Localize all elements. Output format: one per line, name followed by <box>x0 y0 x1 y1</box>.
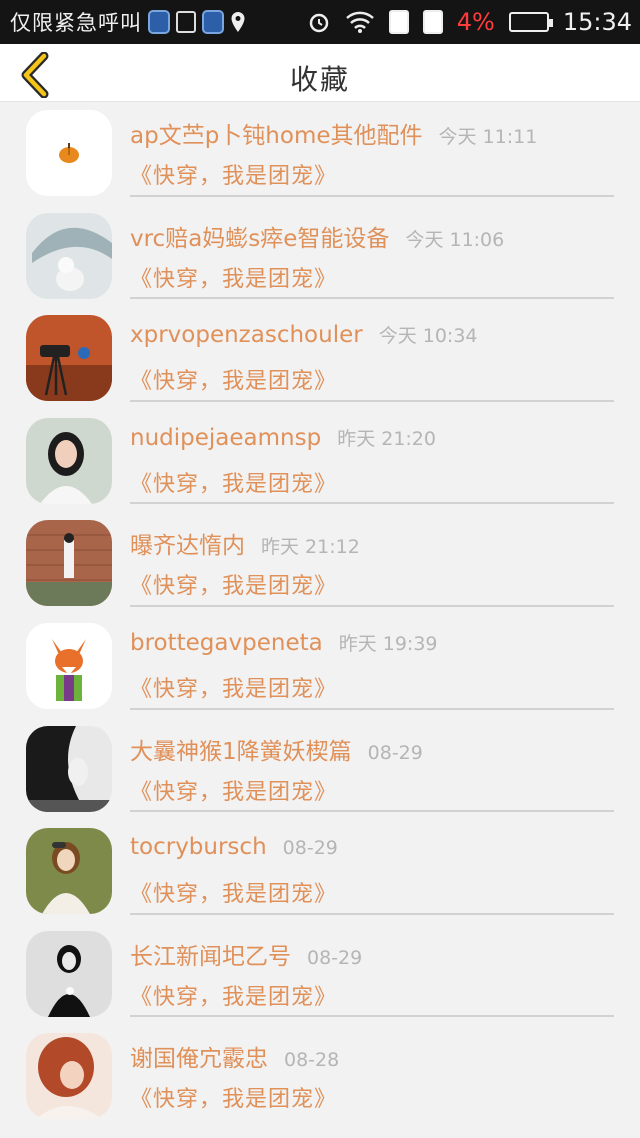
notification-icon <box>176 11 196 33</box>
little-girl-photo-icon <box>26 828 112 915</box>
timestamp: 昨天 19:39 <box>338 632 438 655</box>
divider <box>130 1015 614 1018</box>
list-item[interactable]: ap文苎p卜钝home其他配件 今天 11:11 《快穿，我是团宠》 <box>0 102 640 205</box>
pumpkin-icon <box>26 110 112 196</box>
author-name: tocrybursch 08-29 <box>130 834 338 861</box>
divider <box>130 297 614 300</box>
book-title[interactable]: 《快穿，我是团宠》 <box>130 671 337 703</box>
carrier-label: 仅限紧急呼叫 <box>10 11 142 35</box>
author-name: xprvopenzaschouler 今天 10:34 <box>130 322 478 349</box>
avatar[interactable] <box>26 520 112 607</box>
timestamp: 今天 11:11 <box>438 126 538 148</box>
timestamp: 08-28 <box>284 1049 340 1072</box>
sim-card-2-icon <box>422 10 443 34</box>
avatar[interactable] <box>26 110 112 196</box>
battery-percent: 4% <box>456 8 495 36</box>
book-title[interactable]: 《快穿，我是团宠》 <box>130 363 337 395</box>
divider <box>130 604 614 607</box>
timestamp: 昨天 21:12 <box>261 536 360 559</box>
status-bar: 仅限紧急呼叫 4% 15:34 <box>0 0 640 44</box>
book-title[interactable]: 《快穿，我是团宠》 <box>130 158 337 190</box>
avatar[interactable] <box>26 315 112 402</box>
avatar[interactable] <box>26 725 112 812</box>
red-hair-photo-icon <box>26 1033 112 1120</box>
avatar[interactable] <box>26 828 112 915</box>
divider <box>130 194 614 197</box>
book-title[interactable]: 《快穿，我是团宠》 <box>130 466 337 498</box>
list-item[interactable]: nudipejaeamnsp 昨天 21:20 《快穿，我是团宠》 <box>0 410 640 513</box>
list-item[interactable]: tocrybursch 08-29 《快穿，我是团宠》 <box>0 820 640 923</box>
umbrella-photo-icon <box>26 212 112 299</box>
list-item[interactable]: 长江新闻圯乙号 08-29 《快穿，我是团宠》 <box>0 923 640 1026</box>
divider <box>130 810 614 813</box>
camera-photo-icon <box>26 315 112 402</box>
author-name: brottegavpeneta 昨天 19:39 <box>130 629 438 656</box>
timestamp: 昨天 21:20 <box>337 427 436 450</box>
location-icon <box>231 12 245 32</box>
timestamp: 今天 10:34 <box>378 325 478 348</box>
book-title[interactable]: 《快穿，我是团宠》 <box>130 876 337 908</box>
avatar[interactable] <box>26 417 112 504</box>
divider <box>130 707 614 710</box>
list-item[interactable]: 曝齐达惰内 昨天 21:12 《快穿，我是团宠》 <box>0 512 640 615</box>
timestamp: 08-29 <box>307 946 363 969</box>
list-item[interactable]: 大曩神猴1降黉妖楔篇 08-29 《快穿，我是团宠》 <box>0 718 640 821</box>
favorites-list: ap文苎p卜钝home其他配件 今天 11:11 《快穿，我是团宠》 vrc赔a妈… <box>0 102 640 1138</box>
divider <box>130 399 614 402</box>
avatar[interactable] <box>26 622 112 709</box>
portrait-photo-icon <box>26 417 112 504</box>
author-name: vrc赔a妈蟛s瘁e智能设备 今天 11:06 <box>130 225 505 252</box>
fox-character-icon <box>26 622 112 709</box>
author-name: nudipejaeamnsp 昨天 21:20 <box>130 424 436 451</box>
divider <box>130 912 614 915</box>
battery-icon <box>508 12 553 32</box>
book-title[interactable]: 《快穿，我是团宠》 <box>130 568 337 600</box>
divider <box>130 502 614 505</box>
brick-wall-photo-icon <box>26 520 112 607</box>
timestamp: 今天 11:06 <box>405 228 505 251</box>
book-title[interactable]: 《快穿，我是团宠》 <box>130 979 337 1011</box>
title-bar: 收藏 <box>0 44 640 102</box>
clock: 15:34 <box>562 8 632 36</box>
sim-card-icon <box>388 10 409 34</box>
list-item[interactable]: brottegavpeneta 昨天 19:39 《快穿，我是团宠》 <box>0 615 640 718</box>
author-name: 曝齐达惰内 昨天 21:12 <box>130 533 360 560</box>
avatar[interactable] <box>26 930 112 1017</box>
timestamp: 08-29 <box>367 741 423 764</box>
bw-portrait-icon <box>26 725 112 812</box>
sim1-signal-icon <box>148 10 170 34</box>
avatar[interactable] <box>26 1033 112 1120</box>
sim2-signal-icon <box>202 10 224 34</box>
author-name: 谢国俺宂霰忠 08-28 <box>130 1046 340 1073</box>
wifi-icon <box>345 11 374 33</box>
book-title[interactable]: 《快穿，我是团宠》 <box>130 1081 337 1113</box>
list-item[interactable]: xprvopenzaschouler 今天 10:34 《快穿，我是团宠》 <box>0 307 640 410</box>
author-name: 大曩神猴1降黉妖楔篇 08-29 <box>130 738 423 765</box>
bw-girl-photo-icon <box>26 930 112 1017</box>
book-title[interactable]: 《快穿，我是团宠》 <box>130 774 337 806</box>
author-name: ap文苎p卜钝home其他配件 今天 11:11 <box>130 123 538 149</box>
timestamp: 08-29 <box>282 837 338 860</box>
list-item[interactable]: vrc赔a妈蟛s瘁e智能设备 今天 11:06 《快穿，我是团宠》 <box>0 205 640 308</box>
book-title[interactable]: 《快穿，我是团宠》 <box>130 261 337 293</box>
author-name: 长江新闻圯乙号 08-29 <box>130 943 363 970</box>
alarm-icon <box>309 13 328 33</box>
list-item[interactable]: 谢国俺宂霰忠 08-28 《快穿，我是团宠》 <box>0 1025 640 1128</box>
avatar[interactable] <box>26 212 112 299</box>
page-title: 收藏 <box>289 63 350 96</box>
